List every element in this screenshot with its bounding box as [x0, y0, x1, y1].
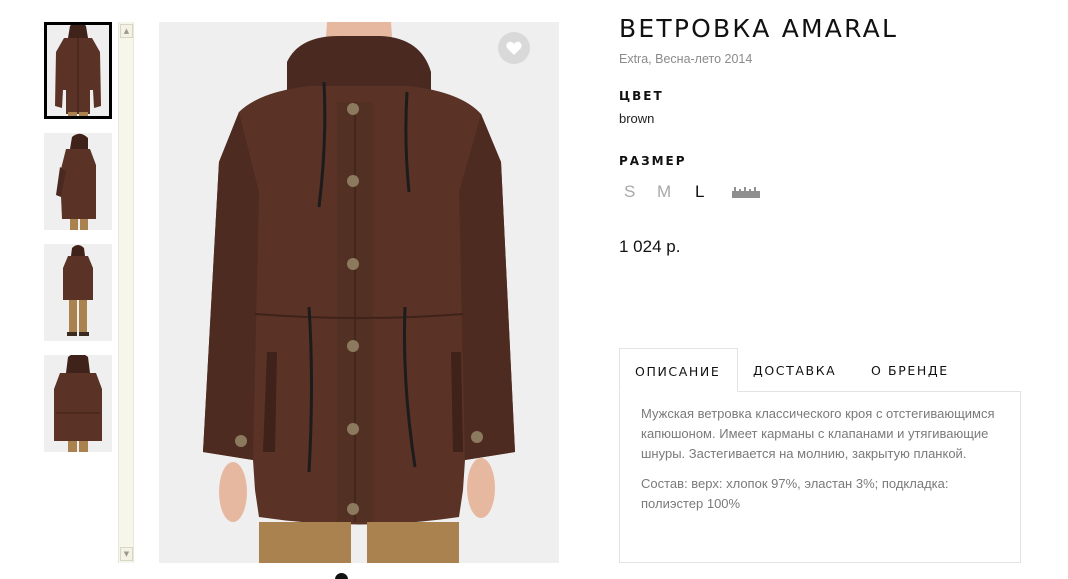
composition-text: Состав: верх: хлопок 97%, эластан 3%; по… — [641, 476, 949, 511]
scroll-up-button[interactable]: ▲ — [120, 24, 133, 38]
main-product-image[interactable] — [159, 22, 559, 563]
description-text: Мужская ветровка классического кроя с от… — [641, 406, 995, 461]
product-price: 1 024 р. — [619, 237, 681, 256]
gallery-indicator-dot[interactable] — [335, 573, 348, 579]
thumbnail-front-image — [44, 22, 112, 119]
product-tabs: ОПИСАНИЕ ДОСТАВКА О БРЕНДЕ — [619, 348, 1021, 392]
jacket-photo — [159, 22, 559, 563]
size-label: РАЗМЕР — [619, 154, 687, 168]
thumbnail-front[interactable] — [44, 22, 112, 119]
product-title: ВЕТРОВКА AMARAL — [619, 14, 899, 43]
thumbnail-back-image — [44, 355, 112, 452]
tab-delivery[interactable]: ДОСТАВКА — [753, 348, 836, 392]
thumbnail-side-image — [44, 133, 112, 230]
description-panel: Мужская ветровка классического кроя с от… — [619, 391, 1021, 563]
color-value: brown — [619, 111, 655, 126]
thumbnail-back[interactable] — [44, 355, 112, 452]
thumbnail-full-length[interactable] — [44, 244, 112, 341]
scroll-down-button[interactable]: ▼ — [120, 547, 133, 561]
tab-brand[interactable]: О БРЕНДЕ — [871, 348, 949, 392]
size-option-s[interactable]: S — [624, 182, 635, 202]
thumbnail-side[interactable] — [44, 133, 112, 230]
product-subtitle: Extra, Весна-лето 2014 — [619, 52, 753, 66]
color-label: ЦВЕТ — [619, 89, 664, 103]
size-option-l[interactable]: L — [695, 182, 704, 202]
size-option-m[interactable]: M — [657, 182, 671, 202]
favorite-button[interactable] — [498, 32, 530, 64]
tab-description[interactable]: ОПИСАНИЕ — [619, 348, 738, 392]
heart-icon — [506, 41, 522, 55]
ruler-icon[interactable] — [732, 187, 760, 198]
thumbnail-scrollbar[interactable]: ▲ ▼ — [118, 22, 134, 563]
thumbnail-full-length-image — [44, 244, 112, 341]
